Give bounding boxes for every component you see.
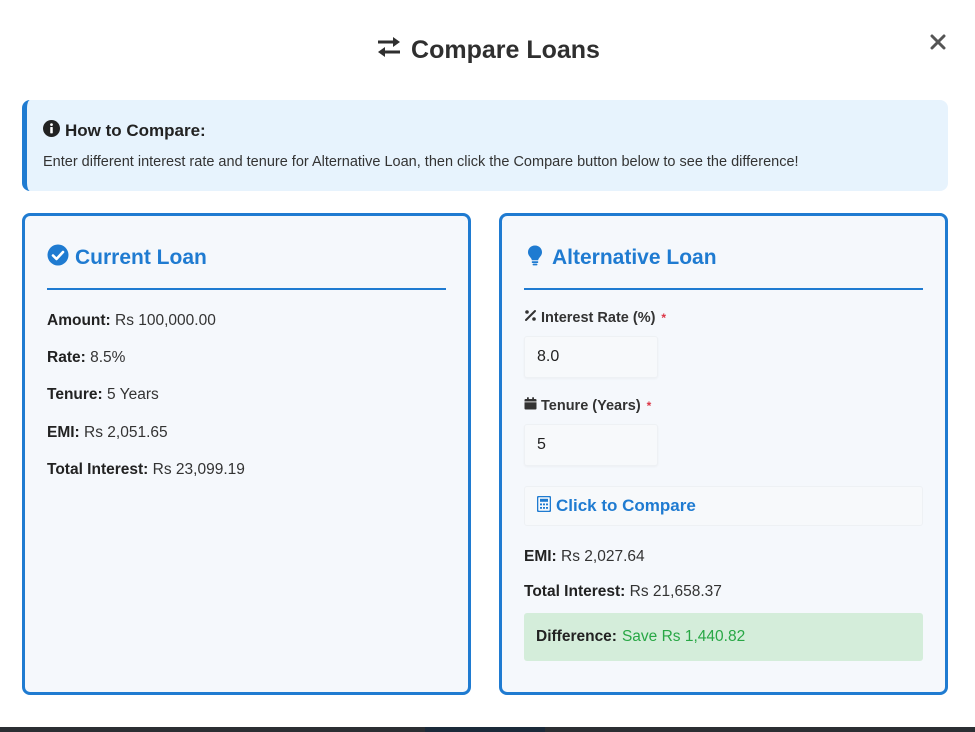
current-emi: EMI: Rs 2,051.65 <box>47 424 168 442</box>
alternative-loan-card: Alternative Loan Interest Rate (%) * 8.0… <box>499 213 948 695</box>
current-emi-label: EMI: <box>47 424 80 441</box>
difference-value: Save Rs 1,440.82 <box>621 628 746 645</box>
current-emi-value: Rs 2,051.65 <box>84 424 168 441</box>
current-interest-value: Rs 23,099.19 <box>152 461 245 478</box>
interest-rate-input[interactable] <box>524 336 658 378</box>
current-rate: Rate: 8.5% <box>47 349 125 367</box>
background-accent <box>425 727 545 732</box>
alternative-emi-label: EMI: <box>524 548 557 565</box>
alternative-total-interest: Total Interest: Rs 21,658.37 <box>524 583 722 601</box>
current-amount-value: Rs 100,000.00 <box>115 312 216 329</box>
current-tenure-label: Tenure: <box>47 386 103 403</box>
current-amount-label: Amount: <box>47 312 111 329</box>
current-amount: Amount: Rs 100,000.00 <box>47 312 216 330</box>
current-interest-label: Total Interest: <box>47 461 149 478</box>
calendar-icon <box>524 397 537 414</box>
tenure-label-text: Tenure (Years) <box>541 397 641 414</box>
alternative-emi-value: Rs 2,027.64 <box>561 548 645 565</box>
calculator-icon <box>536 495 552 517</box>
current-loan-card: Current Loan Amount: Rs 100,000.00 Rate:… <box>22 213 471 695</box>
info-circle-icon <box>43 120 60 142</box>
alternative-interest-label: Total Interest: <box>524 583 626 600</box>
modal-title-text: Compare Loans <box>411 35 600 64</box>
current-rate-label: Rate: <box>47 349 86 366</box>
current-loan-title: Current Loan <box>75 246 207 269</box>
check-circle-icon <box>47 244 69 272</box>
close-button[interactable] <box>927 33 949 55</box>
current-tenure-value: 5 Years <box>107 386 159 403</box>
info-title-text: How to Compare: <box>65 121 206 140</box>
exchange-arrows-icon <box>375 33 403 68</box>
interest-rate-label: Interest Rate (%) * <box>524 309 666 326</box>
alternative-emi: EMI: Rs 2,027.64 <box>524 548 645 566</box>
modal-title: Compare Loans <box>375 33 600 68</box>
how-to-compare-alert: How to Compare: Enter different interest… <box>22 100 948 191</box>
lightbulb-icon <box>524 244 546 272</box>
compare-loans-modal: Compare Loans How to Compare: Enter diff… <box>0 0 975 727</box>
info-text: Enter different interest rate and tenure… <box>43 154 799 170</box>
alternative-interest-value: Rs 21,658.37 <box>629 583 722 600</box>
current-rate-value: 8.5% <box>90 349 126 366</box>
difference-result: Difference: Save Rs 1,440.82 <box>524 613 923 661</box>
current-loan-header: Current Loan <box>47 244 446 290</box>
alternative-loan-header: Alternative Loan <box>524 244 923 290</box>
background-page-strip <box>0 727 975 732</box>
percent-icon <box>524 309 537 326</box>
current-tenure: Tenure: 5 Years <box>47 386 159 404</box>
info-title: How to Compare: <box>43 120 948 142</box>
interest-rate-label-text: Interest Rate (%) <box>541 309 656 326</box>
compare-button-label: Click to Compare <box>556 496 696 515</box>
tenure-input[interactable] <box>524 424 658 466</box>
difference-label: Difference: <box>536 628 617 645</box>
required-mark: * <box>646 398 652 413</box>
alternative-loan-title: Alternative Loan <box>552 246 717 269</box>
close-x-icon <box>930 34 946 55</box>
required-mark: * <box>661 310 667 325</box>
current-total-interest: Total Interest: Rs 23,099.19 <box>47 461 245 479</box>
compare-button[interactable]: Click to Compare <box>524 486 923 526</box>
tenure-label: Tenure (Years) * <box>524 397 651 414</box>
modal-header: Compare Loans <box>0 28 975 72</box>
